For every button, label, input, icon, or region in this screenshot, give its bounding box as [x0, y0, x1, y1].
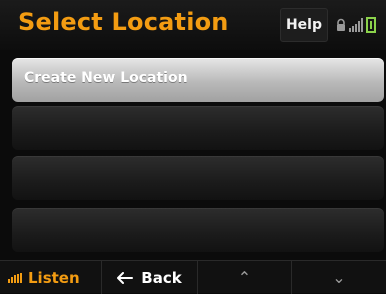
lock-icon — [337, 18, 345, 31]
arrow-left-icon — [117, 271, 134, 284]
bottom-toolbar: Listen Back ⌃ ⌄ — [0, 260, 386, 294]
list-item-create-new-location[interactable]: Create New Location — [12, 58, 384, 102]
back-label: Back — [141, 268, 182, 287]
signal-icon — [349, 18, 363, 32]
header-bar: Select Location Help — [0, 0, 386, 50]
battery-icon — [366, 17, 376, 33]
back-button[interactable]: Back — [102, 261, 198, 294]
help-button-label: Help — [285, 17, 323, 33]
chevron-down-icon: ⌄ — [332, 268, 346, 287]
listen-button[interactable]: Listen — [0, 261, 102, 294]
help-button[interactable]: Help — [280, 8, 328, 42]
listen-label: Listen — [28, 268, 80, 287]
app-screen: Select Location Help Create New Location — [0, 0, 386, 294]
audio-level-icon — [8, 272, 22, 283]
scroll-down-button[interactable]: ⌄ — [292, 261, 386, 294]
status-area — [336, 12, 380, 38]
list-item-label: Create New Location — [24, 70, 188, 86]
page-title: Select Location — [18, 8, 229, 36]
chevron-up-icon: ⌃ — [237, 268, 252, 287]
location-list: Create New Location — [0, 50, 386, 260]
list-item[interactable] — [12, 208, 384, 252]
scroll-up-button[interactable]: ⌃ — [198, 261, 292, 294]
list-item[interactable] — [12, 156, 384, 200]
list-item[interactable] — [12, 106, 384, 150]
